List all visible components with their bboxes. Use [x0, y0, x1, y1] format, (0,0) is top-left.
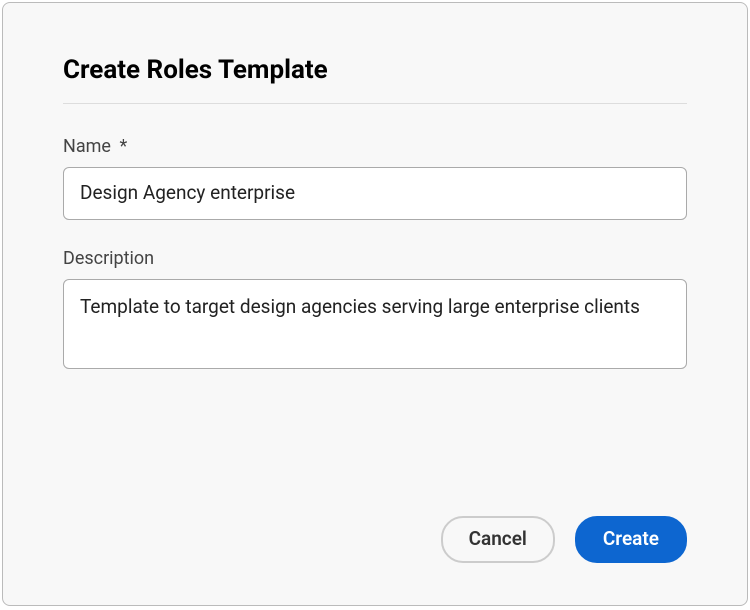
- name-label-text: Name: [63, 136, 111, 157]
- description-label: Description: [63, 248, 687, 269]
- divider: [63, 103, 687, 104]
- dialog-title: Create Roles Template: [63, 55, 687, 85]
- description-field-group: Description: [63, 248, 687, 373]
- create-button[interactable]: Create: [575, 516, 687, 563]
- name-input[interactable]: [63, 167, 687, 220]
- description-input[interactable]: [63, 279, 687, 369]
- name-label: Name *: [63, 136, 687, 157]
- required-asterisk: *: [119, 136, 127, 157]
- name-field-group: Name *: [63, 136, 687, 220]
- cancel-button[interactable]: Cancel: [441, 516, 555, 563]
- create-roles-template-dialog: Create Roles Template Name * Description…: [2, 2, 748, 606]
- button-row: Cancel Create: [441, 516, 687, 563]
